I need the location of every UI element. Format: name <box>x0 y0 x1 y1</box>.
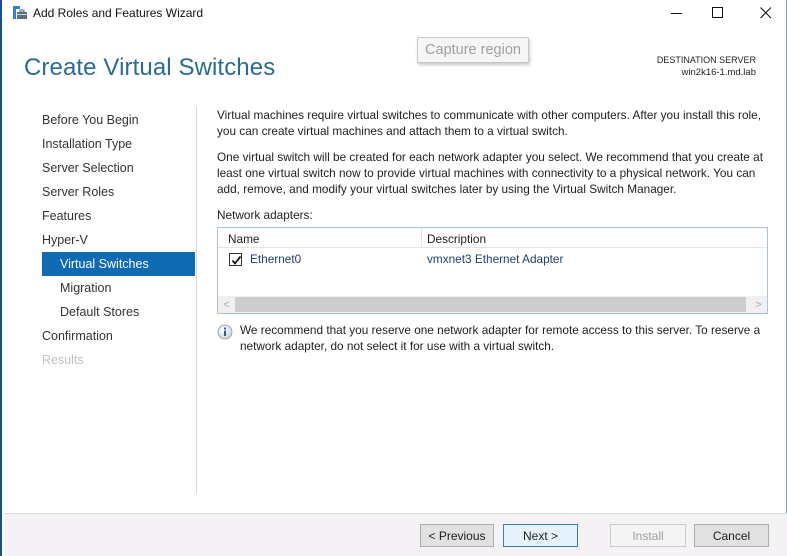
minimize-icon <box>671 13 682 14</box>
maximize-icon <box>712 7 723 18</box>
close-button[interactable] <box>746 0 786 26</box>
previous-button[interactable]: < Previous <box>420 524 494 547</box>
adapter-checkbox[interactable] <box>229 253 242 266</box>
column-separator[interactable] <box>421 228 422 248</box>
destination-server-name: win2k16-1.md.lab <box>681 67 756 78</box>
nav-item-before-you-begin[interactable]: Before You Begin <box>42 108 195 132</box>
adapter-name: Ethernet0 <box>250 252 302 266</box>
nav-item-features[interactable]: Features <box>42 204 195 228</box>
wizard-footer: < Previous Next > Install Cancel <box>4 513 787 556</box>
horizontal-scrollbar[interactable]: < > <box>218 296 767 313</box>
recommendation-paragraph: One virtual switch will be created for e… <box>217 150 763 196</box>
info-text: We recommend that you reserve one networ… <box>240 323 761 353</box>
wizard-window: Add Roles and Features Wizard Capture re… <box>0 0 787 556</box>
nav-item-migration[interactable]: Migration <box>42 276 195 300</box>
nav-item-hyper-v[interactable]: Hyper-V <box>42 228 195 252</box>
adapter-description: vmxnet3 Ethernet Adapter <box>427 252 564 266</box>
cancel-button[interactable]: Cancel <box>694 524 769 547</box>
nav-item-server-roles[interactable]: Server Roles <box>42 180 195 204</box>
column-header-description[interactable]: Description <box>427 231 486 247</box>
nav-divider <box>196 107 197 493</box>
scroll-left-icon[interactable]: < <box>218 296 235 313</box>
checkmark-icon <box>231 255 242 265</box>
install-button: Install <box>610 524 686 547</box>
server-manager-icon <box>12 5 28 21</box>
info-icon <box>217 324 233 340</box>
scrollbar-thumb[interactable] <box>235 297 746 312</box>
capture-region-button[interactable]: Capture region <box>417 37 529 63</box>
title-bar[interactable]: Add Roles and Features Wizard <box>2 0 786 28</box>
nav-item-server-selection[interactable]: Server Selection <box>42 156 195 180</box>
nav-item-virtual-switches[interactable]: Virtual Switches <box>42 252 195 276</box>
nav-item-results: Results <box>42 353 84 367</box>
maximize-button[interactable] <box>698 0 738 26</box>
close-icon <box>760 7 772 19</box>
wizard-nav: Before You Begin Installation Type Serve… <box>42 108 195 372</box>
network-adapters-label: Network adapters: <box>217 208 313 222</box>
scroll-right-icon[interactable]: > <box>750 296 767 313</box>
intro-paragraph: Virtual machines require virtual switche… <box>217 108 761 138</box>
nav-item-confirmation[interactable]: Confirmation <box>42 324 195 348</box>
content-pane: Virtual machines require virtual switche… <box>217 107 768 354</box>
next-button[interactable]: Next > <box>503 524 578 547</box>
destination-server-label: DESTINATION SERVER <box>656 55 756 65</box>
nav-item-installation-type[interactable]: Installation Type <box>42 132 195 156</box>
minimize-button[interactable] <box>657 0 697 26</box>
page-title: Create Virtual Switches <box>24 54 276 81</box>
nav-item-default-stores[interactable]: Default Stores <box>42 300 195 324</box>
table-row[interactable]: Ethernet0 vmxnet3 Ethernet Adapter <box>218 249 767 271</box>
info-message: We recommend that you reserve one networ… <box>217 322 767 354</box>
table-header: Name Description <box>218 228 767 248</box>
network-adapters-table: Name Description Ethernet0 vmxnet3 Ether… <box>217 227 768 314</box>
column-header-name[interactable]: Name <box>228 231 259 247</box>
window-title: Add Roles and Features Wizard <box>33 6 204 20</box>
